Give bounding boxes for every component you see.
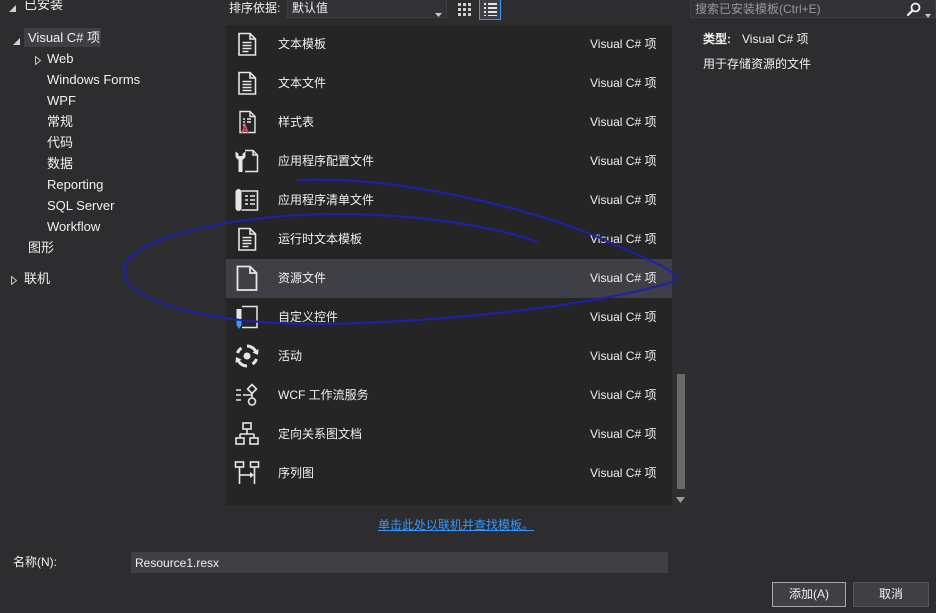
scroll-down-arrow-icon[interactable] (676, 492, 685, 506)
add-button[interactable]: 添加(A) (772, 582, 846, 607)
template-type: Visual C# 项 (590, 427, 657, 441)
template-row[interactable]: 应用程序清单文件 Visual C# 项 (226, 181, 672, 220)
collapsed-arrow-icon[interactable] (35, 54, 42, 68)
template-type: Visual C# 项 (590, 349, 657, 363)
template-type: Visual C# 项 (590, 37, 657, 51)
scrollbar-thumb[interactable] (677, 374, 685, 489)
sort-by-label: 排序依据: (229, 1, 281, 15)
tree-node-reporting[interactable]: Reporting (47, 174, 103, 195)
details-type-value: Visual C# 项 (742, 32, 809, 46)
expanded-arrow-icon[interactable] (13, 34, 20, 48)
template-name: 资源文件 (278, 271, 327, 285)
custom-control-icon (233, 303, 261, 331)
search-options-chevron-icon[interactable] (925, 7, 931, 21)
template-name: 应用程序清单文件 (278, 193, 375, 207)
template-row[interactable]: 自定义控件 Visual C# 项 (226, 298, 672, 337)
expanded-arrow-icon[interactable] (9, 1, 16, 15)
template-name: 自定义控件 (278, 310, 339, 324)
app-manifest-icon (233, 186, 261, 214)
grid-view-icon (457, 2, 471, 16)
template-row[interactable]: 应用程序配置文件 Visual C# 项 (226, 142, 672, 181)
name-field-label: 名称(N): (13, 555, 57, 569)
template-type: Visual C# 项 (590, 193, 657, 207)
template-name: 序列图 (278, 466, 315, 480)
tree-node-sql-server[interactable]: SQL Server (47, 195, 114, 216)
template-type: Visual C# 项 (590, 388, 657, 402)
cancel-button[interactable]: 取消 (853, 582, 929, 607)
search-input[interactable] (691, 0, 901, 17)
wcf-workflow-service-icon (233, 381, 261, 409)
template-row[interactable]: 文本模板 Visual C# 项 (226, 25, 672, 64)
template-name: 文本模板 (278, 37, 327, 51)
template-type: Visual C# 项 (590, 271, 657, 285)
template-row[interactable]: 定向关系图文档 Visual C# 项 (226, 415, 672, 454)
icon-view-button[interactable] (455, 0, 473, 18)
runtime-text-template-icon (233, 225, 261, 253)
sequence-diagram-icon (233, 459, 261, 487)
tree-node-online[interactable]: 联机 (24, 268, 50, 289)
details-description: 用于存储资源的文件 (703, 57, 812, 71)
directed-graph-icon (233, 420, 261, 448)
search-icon[interactable] (906, 2, 921, 19)
online-templates-link[interactable]: 单击此处以联机并查找模板。 (378, 517, 534, 533)
tree-node-data[interactable]: 数据 (47, 153, 73, 174)
template-name: 定向关系图文档 (278, 427, 363, 441)
name-input[interactable] (131, 552, 668, 573)
template-list: 文本模板 Visual C# 项 文本文件 Visual C# 项 样式表 Vi… (226, 25, 672, 505)
template-name: 应用程序配置文件 (278, 154, 375, 168)
sort-by-dropdown[interactable]: 默认值 (287, 0, 447, 18)
template-row-selected[interactable]: 资源文件 Visual C# 项 (226, 259, 672, 298)
template-row[interactable]: 序列图 Visual C# 项 (226, 454, 672, 493)
template-name: 活动 (278, 349, 303, 363)
resource-file-icon (233, 264, 261, 292)
template-list-scrollbar[interactable] (673, 25, 688, 505)
app-config-icon (233, 147, 261, 175)
activity-icon (233, 342, 261, 370)
template-row[interactable]: 样式表 Visual C# 项 (226, 103, 672, 142)
template-type: Visual C# 项 (590, 154, 657, 168)
template-type: Visual C# 项 (590, 115, 657, 129)
template-name: 运行时文本模板 (278, 232, 363, 246)
chevron-down-icon (435, 6, 442, 20)
list-view-icon (483, 3, 497, 16)
template-row[interactable]: 文本文件 Visual C# 项 (226, 64, 672, 103)
template-type: Visual C# 项 (590, 76, 657, 90)
tree-node-code[interactable]: 代码 (47, 132, 73, 153)
template-type: Visual C# 项 (590, 232, 657, 246)
template-name: WCF 工作流服务 (278, 388, 369, 402)
template-type: Visual C# 项 (590, 310, 657, 324)
sort-by-value: 默认值 (292, 1, 329, 15)
stylesheet-icon (233, 108, 261, 136)
tree-node-wpf[interactable]: WPF (47, 90, 76, 111)
template-row[interactable]: 活动 Visual C# 项 (226, 337, 672, 376)
template-name: 文本文件 (278, 76, 327, 90)
tree-node-general[interactable]: 常规 (47, 111, 73, 132)
search-box (690, 0, 936, 18)
details-type-label: 类型: (703, 32, 731, 46)
tree-node-web[interactable]: Web (47, 48, 74, 69)
tree-node-graphics[interactable]: 图形 (28, 237, 54, 258)
tree-node-visual-csharp[interactable]: Visual C# 项 (28, 27, 100, 48)
tree-node-windows-forms[interactable]: Windows Forms (47, 69, 140, 90)
template-row[interactable]: 运行时文本模板 Visual C# 项 (226, 220, 672, 259)
tree-node-workflow[interactable]: Workflow (47, 216, 100, 237)
template-row[interactable]: WCF 工作流服务 Visual C# 项 (226, 376, 672, 415)
add-new-item-dialog: 已安装 Visual C# 项 Web Windows Forms WPF 常规… (0, 0, 936, 613)
text-template-icon (233, 30, 261, 58)
collapsed-arrow-icon[interactable] (11, 274, 18, 288)
template-name: 样式表 (278, 115, 315, 129)
template-type: Visual C# 项 (590, 466, 657, 480)
text-file-icon (233, 69, 261, 97)
tree-node-installed[interactable]: 已安装 (24, 0, 63, 15)
list-view-button[interactable] (479, 0, 501, 20)
